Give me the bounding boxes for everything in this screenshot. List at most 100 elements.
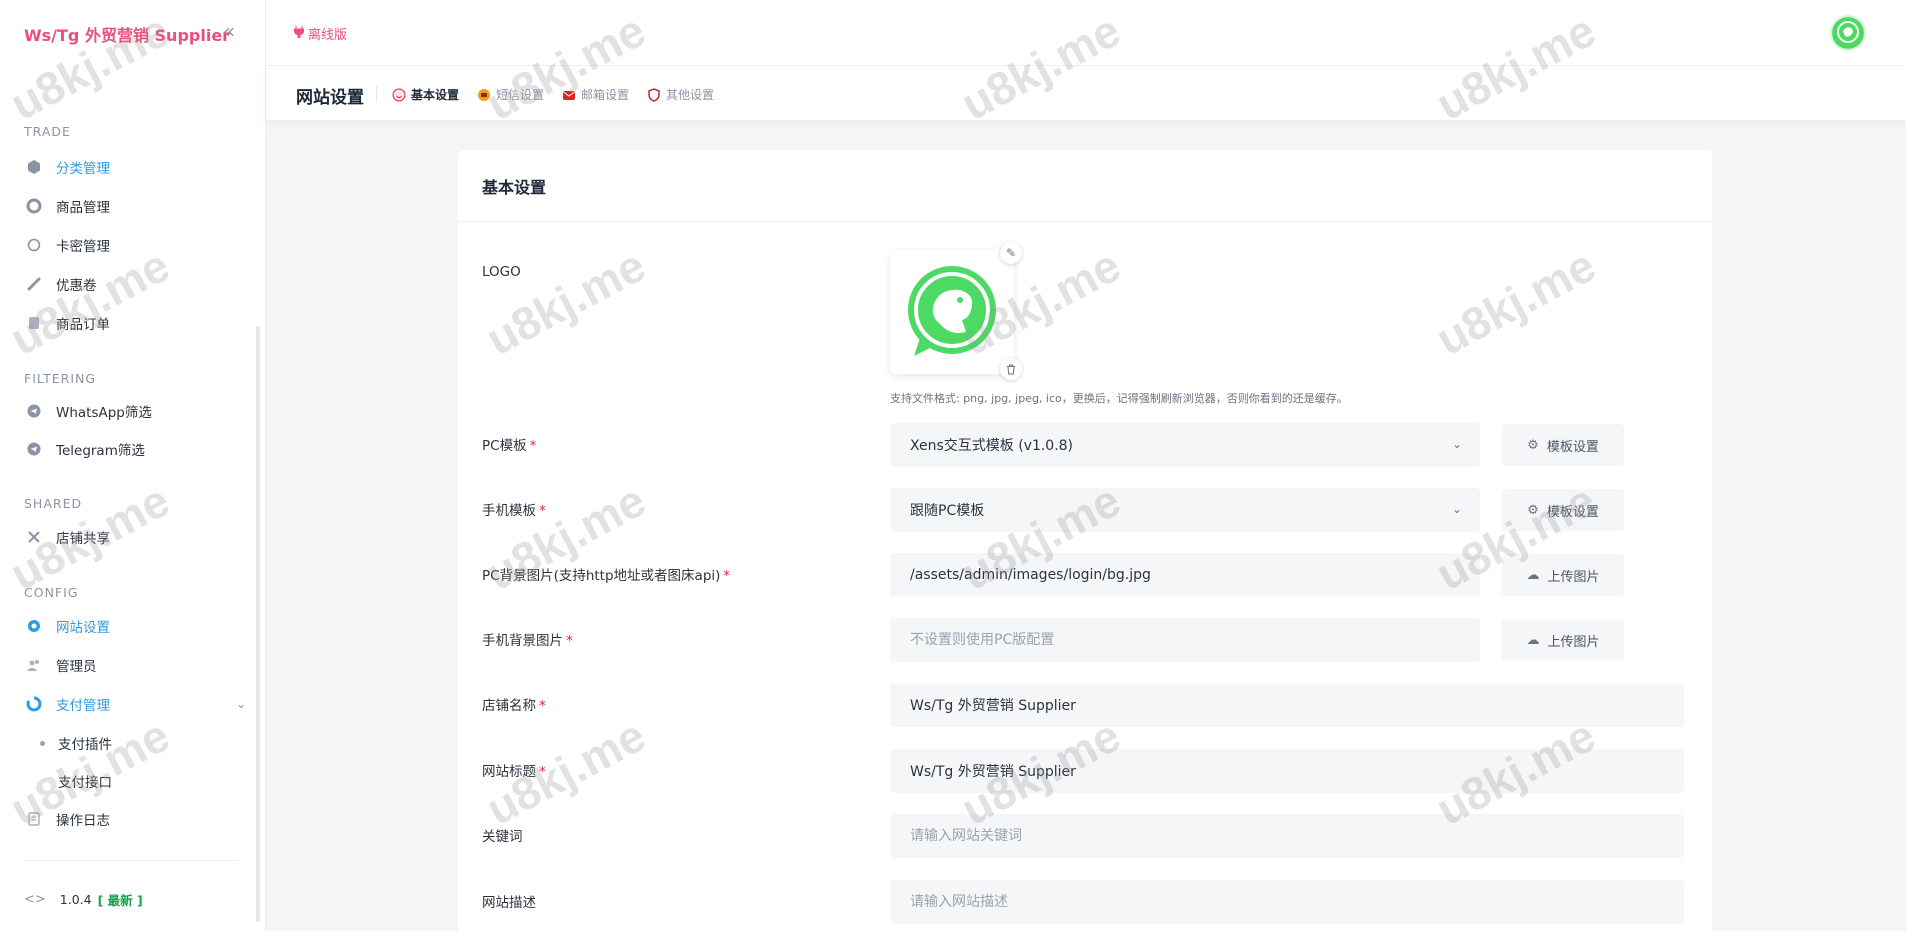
pc-background-input[interactable]	[890, 553, 1480, 597]
sidebar-item-label: 卡密管理	[56, 239, 110, 255]
sidebar-item-cards[interactable]: 卡密管理	[24, 231, 246, 259]
cube-icon	[24, 157, 44, 177]
topbar: 离线版	[266, 0, 1906, 66]
sidebar-item-admins[interactable]: 管理员	[24, 651, 246, 679]
label-text: PC模板	[482, 438, 527, 454]
keywords-input[interactable]	[890, 814, 1684, 858]
pc-template-settings-button[interactable]: ⚙ 模板设置	[1502, 424, 1624, 466]
sidebar-item-category[interactable]: 分类管理	[24, 153, 246, 181]
mobile-template-label: 手机模板 *	[482, 499, 546, 519]
pay-icon	[24, 694, 44, 714]
logo-avatar-icon	[1832, 17, 1864, 49]
sidebar-item-operation-log[interactable]: 操作日志	[24, 805, 246, 833]
sidebar-item-label: Telegram筛选	[56, 443, 145, 459]
tab-other-settings[interactable]: 其他设置	[647, 86, 714, 103]
version-latest-badge: [ 最新 ]	[97, 893, 143, 908]
gear-icon	[24, 616, 44, 636]
label-text: 店铺名称	[482, 698, 536, 714]
tab-email-settings[interactable]: 邮箱设置	[562, 86, 629, 103]
sidebar-scrollbar[interactable]	[256, 326, 260, 922]
chevron-down-icon: ⌄	[1451, 437, 1462, 451]
pc-background-label: PC背景图片(支持http地址或者图床api) *	[482, 564, 730, 584]
sidebar-item-whatsapp-filter[interactable]: WhatsApp筛选	[24, 397, 246, 425]
card-divider	[458, 221, 1712, 222]
tab-label: 其他设置	[666, 88, 715, 102]
select-value: Xens交互式模板 (v1.0.8)	[910, 438, 1074, 454]
description-label: 网站描述	[482, 895, 536, 911]
bullet-icon	[40, 779, 45, 784]
sidebar-item-payment[interactable]: 支付管理 ⌄	[24, 690, 246, 718]
users-icon	[24, 655, 44, 675]
mobile-background-label: 手机背景图片 *	[482, 629, 573, 649]
tab-sms-settings[interactable]: 短信设置	[477, 86, 544, 103]
section-title-trade: TRADE	[24, 124, 71, 139]
sidebar-item-label: 优惠卷	[56, 278, 97, 294]
mobile-background-input[interactable]	[890, 618, 1480, 662]
mobile-template-select[interactable]: 跟随PC模板 ⌄	[890, 488, 1480, 532]
sidebar-item-label: 支付接口	[58, 775, 112, 791]
tab-label: 短信设置	[496, 88, 545, 102]
settings-tabs: 基本设置 短信设置 邮箱设置 其他设置	[392, 86, 732, 103]
offline-label: 离线版	[308, 28, 348, 43]
logo-format-hint: 支持文件格式: png, jpg, jpeg, ico，更换后，记得强制刷新浏览…	[890, 392, 1348, 405]
required-mark: *	[539, 764, 546, 780]
sidebar-subitem-payment-interface[interactable]: 支付接口	[24, 767, 246, 795]
offline-mode-link[interactable]: 离线版	[294, 24, 347, 43]
site-title-input[interactable]	[890, 749, 1684, 793]
order-icon	[24, 313, 44, 333]
shop-name-input[interactable]	[890, 683, 1684, 727]
sidebar-item-site-settings[interactable]: 网站设置	[24, 612, 246, 640]
sidebar-item-label: 商品管理	[56, 200, 110, 216]
sidebar-item-telegram-filter[interactable]: Telegram筛选	[24, 435, 246, 463]
site-title-label: 网站标题 *	[482, 760, 546, 780]
description-input[interactable]	[890, 880, 1684, 924]
mobile-background-upload-button[interactable]: ☁ 上传图片	[1502, 619, 1624, 661]
chevron-down-icon: ⌄	[1451, 502, 1462, 516]
brand-name[interactable]: Ws/Tg 外贸营销 Supplier	[24, 22, 230, 46]
button-label: 上传图片	[1547, 569, 1600, 585]
select-value: 跟随PC模板	[910, 503, 985, 519]
tab-label: 邮箱设置	[581, 88, 630, 102]
tab-basic-settings[interactable]: 基本设置	[392, 86, 459, 103]
basic-settings-card: 基本设置 LOGO ✎ 支持文件格式: png, jpg, jpeg, ico，…	[458, 150, 1712, 931]
trash-icon[interactable]	[1000, 358, 1022, 380]
telegram-icon	[24, 439, 44, 459]
page-title: 网站设置	[296, 88, 364, 108]
mobile-template-settings-button[interactable]: ⚙ 模板设置	[1502, 489, 1624, 531]
sidebar-item-label: 店铺共享	[56, 531, 110, 547]
telegram-icon	[24, 401, 44, 421]
logo-image-icon	[908, 266, 996, 356]
refresh-icon	[24, 196, 44, 216]
smile-icon	[392, 88, 406, 101]
sidebar-item-shop-share[interactable]: 店铺共享	[24, 523, 246, 551]
tab-label: 基本设置	[411, 88, 460, 102]
sidebar-subitem-payment-plugin[interactable]: 支付插件	[24, 729, 246, 757]
double-chevron-left-icon[interactable]: «	[218, 20, 240, 42]
sidebar-item-coupons[interactable]: 优惠卷	[24, 270, 246, 298]
mail-icon	[563, 90, 576, 100]
user-avatar[interactable]	[1830, 15, 1866, 51]
sidebar-item-products[interactable]: 商品管理	[24, 192, 246, 220]
sidebar-item-label: 支付插件	[58, 737, 112, 753]
pc-template-label: PC模板 *	[482, 434, 536, 454]
shield-icon	[648, 87, 660, 102]
bullet-icon	[40, 740, 45, 746]
version-info[interactable]: <> 1.0.4 [ 最新 ]	[24, 890, 143, 909]
sidebar-item-orders[interactable]: 商品订单	[24, 309, 246, 337]
pc-template-select[interactable]: Xens交互式模板 (v1.0.8) ⌄	[890, 423, 1480, 467]
sms-icon	[478, 88, 491, 101]
required-mark: *	[566, 633, 573, 649]
shop-name-label: 店铺名称 *	[482, 694, 546, 714]
pencil-icon[interactable]: ✎	[1000, 242, 1022, 264]
label-text: PC背景图片(支持http地址或者图床api)	[482, 568, 721, 584]
logo-preview[interactable]	[890, 250, 1014, 374]
pc-background-upload-button[interactable]: ☁ 上传图片	[1502, 554, 1624, 596]
required-mark: *	[539, 698, 546, 714]
section-title-config: CONFIG	[24, 585, 79, 600]
sidebar-item-label: 支付管理	[56, 698, 110, 714]
button-label: 模板设置	[1546, 504, 1599, 520]
card-title: 基本设置	[482, 178, 547, 197]
sidebar-item-label: 网站设置	[56, 620, 110, 636]
gears-icon: ⚙	[1527, 437, 1539, 453]
label-text: 网站标题	[482, 764, 536, 780]
